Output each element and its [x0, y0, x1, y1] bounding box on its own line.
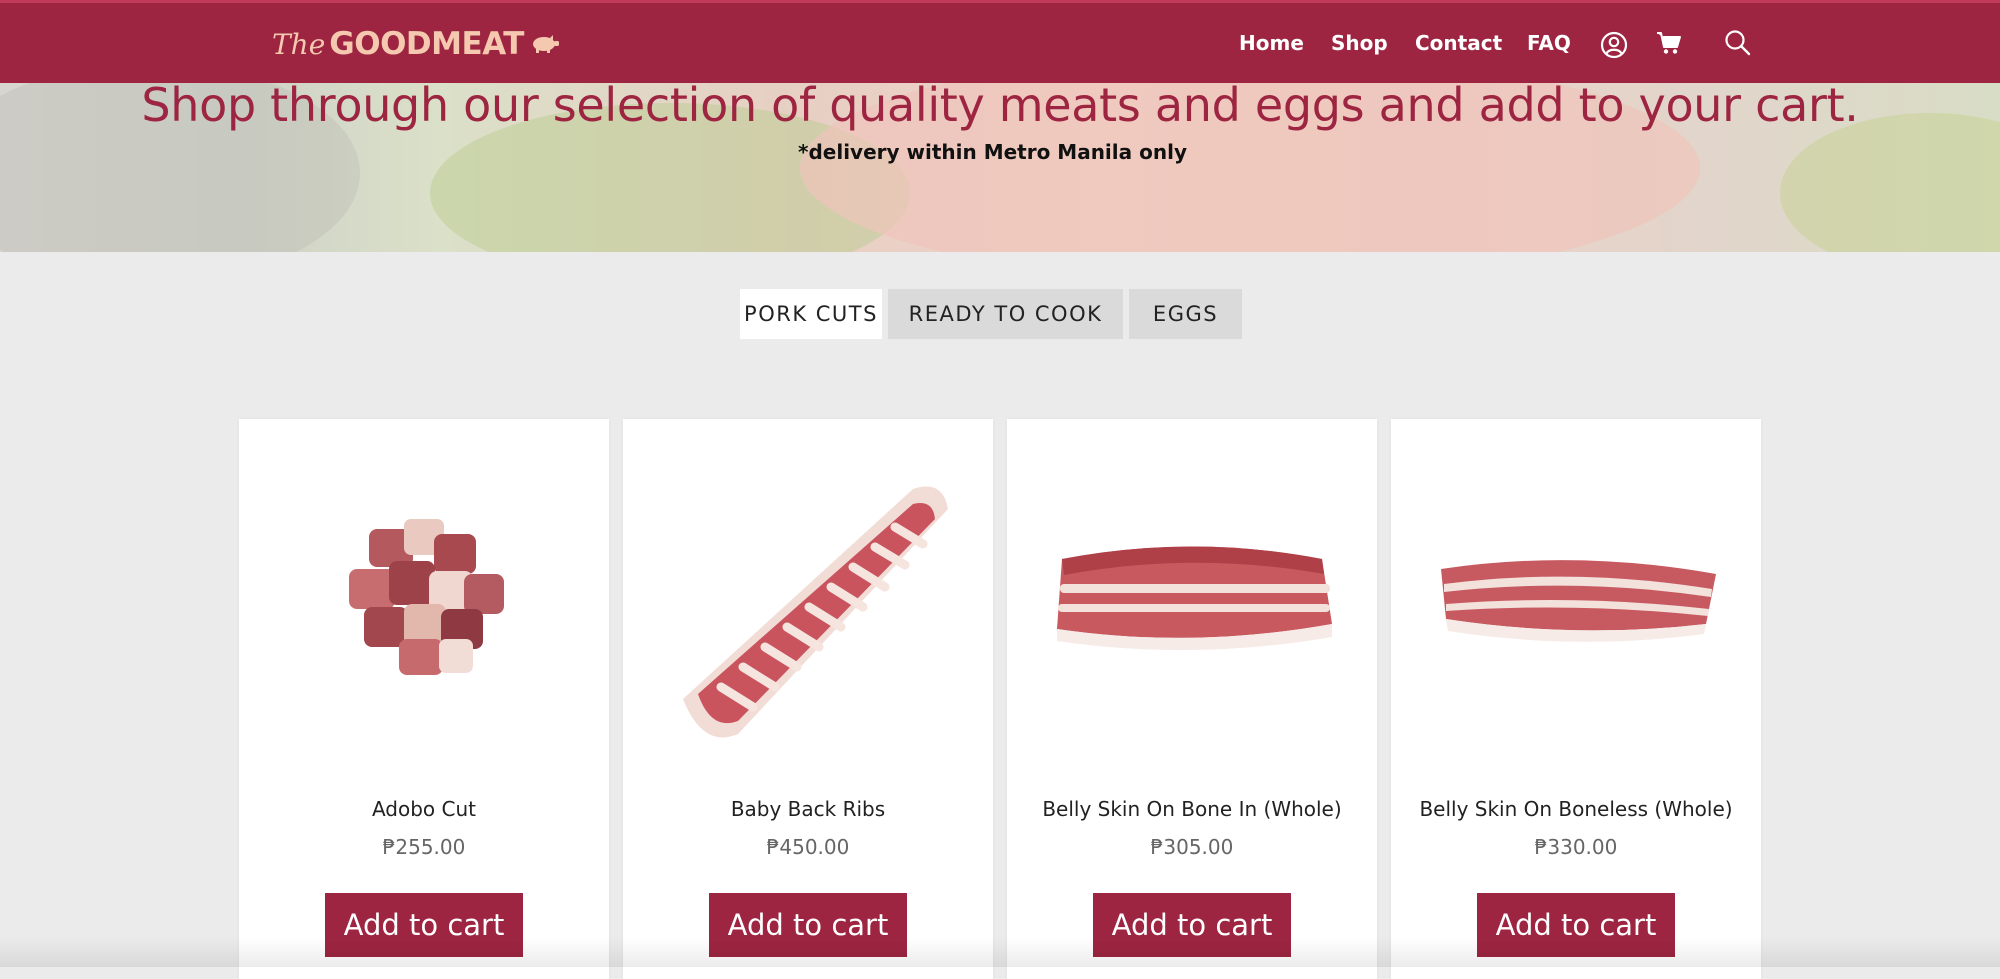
- add-to-cart-button[interactable]: Add to cart: [1477, 893, 1675, 957]
- product-name[interactable]: Belly Skin On Boneless (Whole): [1391, 797, 1761, 821]
- nav-shop[interactable]: Shop: [1331, 31, 1388, 55]
- product-image-belly-boneless[interactable]: [1391, 419, 1761, 779]
- tab-pork-cuts[interactable]: PORK CUTS: [740, 289, 882, 339]
- product-card[interactable]: Belly Skin On Boneless (Whole) ₱330.00 A…: [1391, 419, 1761, 979]
- hero-banner: Shop through our selection of quality me…: [0, 83, 2000, 252]
- product-price: ₱255.00: [382, 835, 466, 859]
- product-image-baby-back-ribs[interactable]: [623, 419, 993, 779]
- product-card[interactable]: Belly Skin On Bone In (Whole) ₱305.00 Ad…: [1007, 419, 1377, 979]
- site-header: The GOODMEAT Home Shop Contact FAQ: [0, 0, 2000, 83]
- product-card[interactable]: Baby Back Ribs ₱450.00 Add to cart: [623, 419, 993, 979]
- logo-the-text: The: [272, 27, 326, 61]
- add-to-cart-button[interactable]: Add to cart: [325, 893, 523, 957]
- add-to-cart-button[interactable]: Add to cart: [709, 893, 907, 957]
- product-price: ₱450.00: [766, 835, 850, 859]
- product-card[interactable]: Adobo Cut ₱255.00 Add to cart: [239, 419, 609, 979]
- search-icon[interactable]: [1724, 29, 1752, 57]
- product-name[interactable]: Adobo Cut: [239, 797, 609, 821]
- tab-ready-to-cook[interactable]: READY TO COOK: [888, 289, 1123, 339]
- logo-main-text: GOODMEAT: [329, 26, 524, 62]
- account-icon[interactable]: [1600, 31, 1628, 59]
- product-name[interactable]: Belly Skin On Bone In (Whole): [1007, 797, 1377, 821]
- product-price: ₱305.00: [1150, 835, 1234, 859]
- tab-eggs[interactable]: EGGS: [1129, 289, 1242, 339]
- product-image-belly-bone-in[interactable]: [1007, 419, 1377, 779]
- add-to-cart-button[interactable]: Add to cart: [1093, 893, 1291, 957]
- cart-icon[interactable]: [1656, 31, 1682, 55]
- product-name[interactable]: Baby Back Ribs: [623, 797, 993, 821]
- hero-subtitle: *delivery within Metro Manila only: [798, 140, 1187, 164]
- category-tabs: PORK CUTS READY TO COOK EGGS: [740, 289, 1242, 339]
- product-image-adobo-cut[interactable]: [239, 419, 609, 779]
- nav-faq[interactable]: FAQ: [1527, 31, 1571, 55]
- hero-title: Shop through our selection of quality me…: [141, 83, 1859, 132]
- site-logo[interactable]: The GOODMEAT: [272, 21, 560, 67]
- pig-icon: [530, 34, 560, 54]
- nav-home[interactable]: Home: [1239, 31, 1304, 55]
- nav-contact[interactable]: Contact: [1415, 31, 1502, 55]
- product-price: ₱330.00: [1534, 835, 1618, 859]
- hero-bg-lettuce-right: [1780, 113, 2000, 252]
